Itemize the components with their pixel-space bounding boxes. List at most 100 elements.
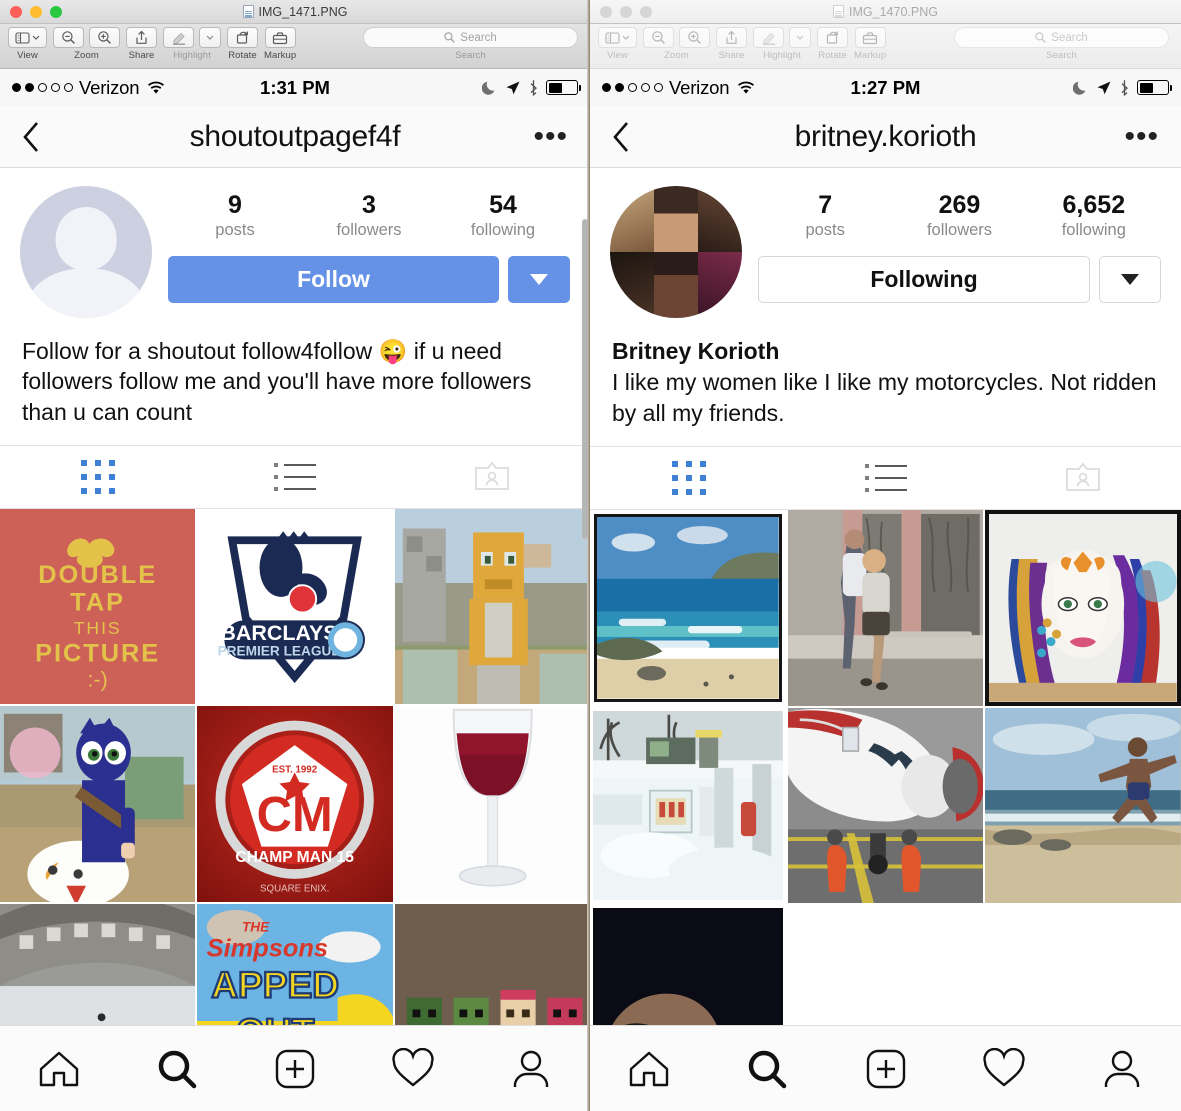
view-group-left[interactable]: View <box>8 27 47 61</box>
stat-following[interactable]: 54 following <box>436 192 570 240</box>
zoom-out-button[interactable] <box>643 27 674 48</box>
add-post-tab[interactable] <box>236 1047 354 1091</box>
search-group-right[interactable]: Search Search <box>954 27 1173 61</box>
zoom-in-button[interactable] <box>679 27 710 48</box>
highlight-group-left[interactable]: Highlight <box>163 27 221 61</box>
following-dropdown-button[interactable] <box>1099 256 1161 304</box>
following-button[interactable]: Following <box>758 256 1090 304</box>
stat-following[interactable]: 6,652 following <box>1027 192 1161 240</box>
post-snowy-winter-scene-photo[interactable] <box>590 707 786 904</box>
post-double-tap-this-picture-poster[interactable]: DOUBLE TAP THIS PICTURE :-) <box>0 509 196 705</box>
rotate-button[interactable] <box>227 27 258 48</box>
zoom-group-left[interactable]: Zoom <box>53 27 120 61</box>
maximize-button[interactable] <box>640 5 652 18</box>
view-button[interactable] <box>8 27 47 48</box>
highlight-options-button[interactable] <box>789 27 811 48</box>
post-airplane-ground-crew-photo[interactable] <box>787 707 984 904</box>
stat-posts[interactable]: 7 posts <box>758 192 892 240</box>
profile-tab[interactable] <box>1063 1048 1181 1090</box>
titlebar-right[interactable]: IMG_1470.PNG <box>590 0 1181 24</box>
preview-window-left[interactable]: IMG_1471.PNG View Zoom Share Highlight R… <box>0 0 590 1111</box>
post-two-people-storefront-photo[interactable] <box>787 510 984 706</box>
profile-tab-bar-left[interactable] <box>0 445 590 510</box>
toolbar-right[interactable]: View Zoom Share Highlight Rotate Markup … <box>590 24 1181 69</box>
toolbar-left[interactable]: View Zoom Share Highlight Rotate Markup … <box>0 24 590 69</box>
add-post-tab[interactable] <box>826 1047 944 1091</box>
highlight-button[interactable] <box>163 27 194 48</box>
view-button[interactable] <box>598 27 637 48</box>
share-button[interactable] <box>716 27 747 48</box>
profile-tab[interactable] <box>472 1048 590 1090</box>
photo-grid-right[interactable] <box>590 510 1181 1111</box>
activity-tab[interactable] <box>945 1047 1063 1090</box>
tagged-photos-tab[interactable] <box>984 462 1181 494</box>
minimize-button[interactable] <box>620 5 632 18</box>
stat-posts[interactable]: 9 posts <box>168 192 302 240</box>
post-colorful-woman-face-artwork[interactable] <box>985 510 1181 706</box>
markup-button[interactable] <box>854 27 886 48</box>
profile-tab-bar-right[interactable] <box>590 446 1181 511</box>
window-controls-right[interactable] <box>590 5 652 18</box>
window-scrollbar[interactable] <box>582 219 588 539</box>
window-controls-left[interactable] <box>0 5 62 18</box>
post-champ-man-15-logo[interactable]: EST. 1992 CM CHAMP MAN 15 SQUARE ENIX. <box>197 706 393 902</box>
back-chevron-icon[interactable] <box>612 121 631 153</box>
grid-view-tab[interactable] <box>0 460 197 495</box>
more-options-icon[interactable]: ••• <box>1124 121 1159 151</box>
photo-grid-left[interactable]: DOUBLE TAP THIS PICTURE :-) BARCLAYS PRE… <box>0 509 590 1111</box>
post-hawaii-beach-coastline-photo[interactable] <box>590 510 786 706</box>
avatar[interactable] <box>20 186 152 318</box>
activity-tab[interactable] <box>354 1047 472 1090</box>
search-tab[interactable] <box>708 1048 826 1090</box>
tagged-photos-tab[interactable] <box>393 461 590 493</box>
search-group-left[interactable]: Search Search <box>363 27 582 61</box>
svg-text:PICTURE: PICTURE <box>35 639 160 667</box>
home-tab[interactable] <box>0 1049 118 1089</box>
airplane-art <box>787 707 984 904</box>
more-options-icon[interactable]: ••• <box>533 121 568 151</box>
rotate-group-right[interactable]: Rotate <box>817 27 848 61</box>
highlight-group-right[interactable]: Highlight <box>753 27 811 61</box>
back-chevron-icon[interactable] <box>22 121 41 153</box>
close-button[interactable] <box>10 5 22 18</box>
titlebar-left[interactable]: IMG_1471.PNG <box>0 0 590 24</box>
rotate-group-left[interactable]: Rotate <box>227 27 258 61</box>
post-man-jumping-beach-photo[interactable] <box>985 707 1181 904</box>
search-tab[interactable] <box>118 1048 236 1090</box>
grid-view-tab[interactable] <box>590 461 787 496</box>
markup-group-left[interactable]: Markup <box>264 27 296 61</box>
share-group-right[interactable]: Share <box>716 27 747 61</box>
ios-tab-bar-left[interactable] <box>0 1025 590 1111</box>
rotate-button[interactable] <box>817 27 848 48</box>
maximize-button[interactable] <box>50 5 62 18</box>
stat-followers[interactable]: 3 followers <box>302 192 436 240</box>
follow-dropdown-button[interactable] <box>508 256 570 304</box>
avatar[interactable] <box>610 186 742 318</box>
preview-window-right[interactable]: IMG_1470.PNG View Zoom Share Highlight R… <box>590 0 1181 1111</box>
markup-group-right[interactable]: Markup <box>854 27 886 61</box>
search-input[interactable]: Search <box>363 27 578 48</box>
follow-button[interactable]: Follow <box>168 256 499 304</box>
view-group-right[interactable]: View <box>598 27 637 61</box>
post-red-wine-glass-photo[interactable] <box>394 706 590 902</box>
minimize-button[interactable] <box>30 5 42 18</box>
zoom-out-button[interactable] <box>53 27 84 48</box>
zoom-group-right[interactable]: Zoom <box>643 27 710 61</box>
share-button[interactable] <box>126 27 157 48</box>
post-clumsy-ninja-game-character[interactable] <box>0 706 196 902</box>
svg-text:THE: THE <box>242 919 270 934</box>
post-minecraft-stampy-cat-screenshot[interactable] <box>394 509 590 705</box>
close-button[interactable] <box>600 5 612 18</box>
home-tab[interactable] <box>590 1049 708 1089</box>
list-view-tab[interactable] <box>197 463 394 492</box>
ios-tab-bar-right[interactable] <box>590 1025 1181 1111</box>
search-input[interactable]: Search <box>954 27 1169 48</box>
share-group-left[interactable]: Share <box>126 27 157 61</box>
markup-button[interactable] <box>264 27 296 48</box>
highlight-button[interactable] <box>753 27 784 48</box>
stat-followers[interactable]: 269 followers <box>892 192 1026 240</box>
list-view-tab[interactable] <box>787 464 984 493</box>
zoom-in-button[interactable] <box>89 27 120 48</box>
post-barclays-premier-league-logo[interactable]: BARCLAYS PREMIER LEAGUE <box>197 509 393 705</box>
highlight-options-button[interactable] <box>199 27 221 48</box>
